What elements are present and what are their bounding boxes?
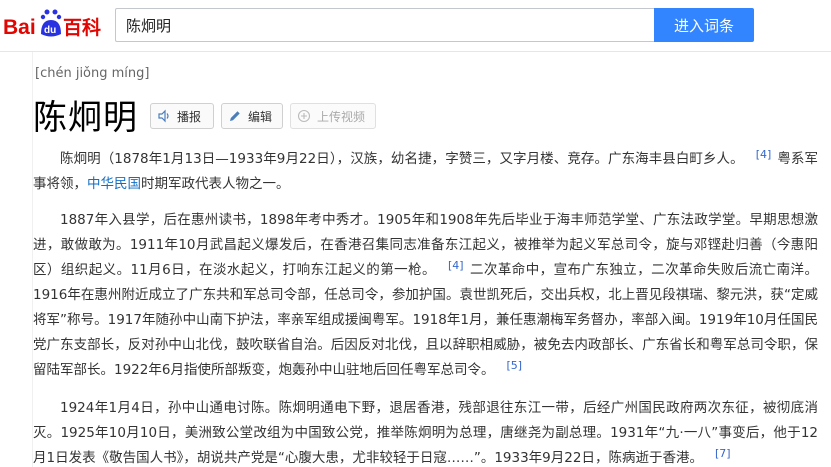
svg-text:du: du	[44, 25, 56, 36]
main-content: [chén jiǒng míng] 陈炯明 播报 编辑 上传视频 陈炯明（187	[32, 52, 831, 467]
entry-title: 陈炯明	[33, 98, 138, 138]
edit-label: 编辑	[248, 109, 273, 124]
biography-paragraph-1: 1887年入县学，后在惠州读书，1898年考中秀才。1905年和1908年先后毕…	[33, 212, 818, 378]
reference-link[interactable]: [5]	[506, 359, 522, 372]
logo-text-bai: Bai	[3, 16, 36, 39]
pinyin: [chén jiǒng míng]	[35, 66, 150, 81]
speaker-icon	[157, 109, 171, 123]
link-republic-of-china[interactable]: 中华民国	[87, 176, 141, 192]
enter-entry-button[interactable]: 进入词条	[654, 8, 754, 42]
biography-paragraph-2: 1924年1月4日，孙中山通电讨陈。陈炯明通电下野，退居香港，残部退往东江一带，…	[33, 400, 818, 466]
plus-circle-icon	[297, 109, 311, 123]
upload-label: 上传视频	[317, 109, 366, 124]
reference-link[interactable]: [7]	[715, 447, 731, 460]
edit-button[interactable]: 编辑	[221, 103, 283, 129]
baidu-baike-logo[interactable]: Bai du 百科	[3, 7, 108, 43]
paw-icon: du	[40, 9, 62, 37]
reference-link[interactable]: [4]	[448, 259, 464, 272]
play-audio-button[interactable]: 播报	[150, 103, 214, 129]
logo-text-baike: 百科	[63, 16, 101, 39]
play-label: 播报	[177, 109, 202, 124]
reference-link[interactable]: [4]	[756, 148, 772, 161]
pencil-icon	[228, 109, 242, 123]
top-bar: Bai du 百科 进入词条	[0, 0, 831, 52]
upload-video-button[interactable]: 上传视频	[290, 103, 376, 129]
search-input[interactable]	[115, 8, 655, 42]
intro-paragraph: 陈炯明（1878年1月13日—1933年9月22日），汉族，幼名捷，字赞三，又字…	[33, 147, 819, 193]
